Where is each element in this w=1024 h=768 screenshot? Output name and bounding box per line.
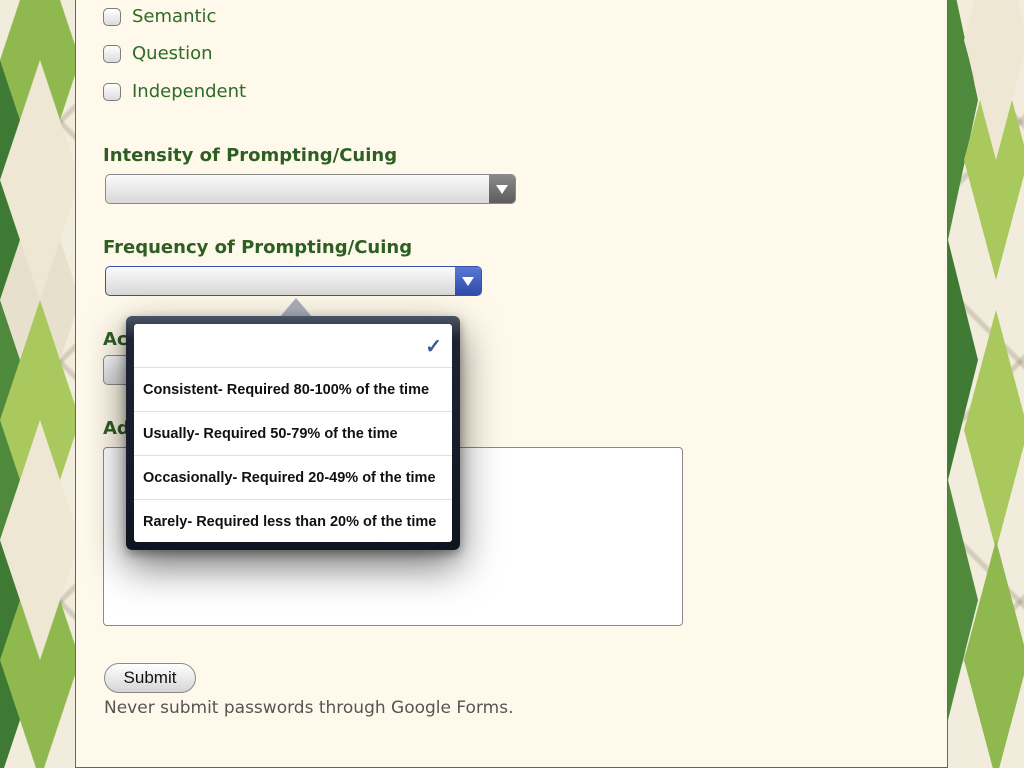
checkbox-box[interactable] [103, 44, 121, 63]
checkbox-independent[interactable]: Independent [103, 81, 246, 102]
option-label: Usually- Required 50-79% of the time [143, 425, 398, 442]
dropdown-arrow-icon [455, 267, 481, 295]
checkbox-label: Independent [132, 81, 247, 102]
intensity-select[interactable] [105, 174, 516, 204]
accuracy-label-partial: Ac [103, 329, 128, 350]
option-label: Rarely- Required less than 20% of the ti… [143, 514, 437, 530]
checkbox-box[interactable] [103, 82, 121, 101]
checkmark-icon: ✓ [425, 336, 442, 358]
password-warning: Never submit passwords through Google Fo… [104, 698, 514, 718]
checkbox-semantic[interactable]: Semantic [103, 6, 216, 27]
left-argyle-border [0, 0, 80, 768]
option-rarely[interactable]: Rarely- Required less than 20% of the ti… [134, 500, 452, 542]
checkbox-label: Semantic [132, 6, 217, 27]
option-occasionally[interactable]: Occasionally- Required 20-49% of the tim… [134, 456, 452, 500]
popover-caret [279, 298, 313, 318]
option-label: Consistent- Required 80-100% of the time [143, 381, 430, 398]
submit-button[interactable]: Submit [104, 663, 196, 693]
option-blank[interactable]: ✓ [134, 324, 452, 368]
intensity-label: Intensity of Prompting/Cuing [103, 145, 398, 166]
argyle-diamonds-left [0, 0, 80, 768]
dropdown-arrow-icon [489, 175, 515, 203]
frequency-options-popover: ✓ Consistent- Required 80-100% of the ti… [126, 316, 460, 550]
right-argyle-border [948, 0, 1024, 768]
options-list: ✓ Consistent- Required 80-100% of the ti… [134, 324, 452, 542]
checkbox-question[interactable]: Question [103, 43, 213, 64]
checkbox-label: Question [132, 43, 213, 64]
option-usually[interactable]: Usually- Required 50-79% of the time [134, 412, 452, 456]
option-label: Occasionally- Required 20-49% of the tim… [143, 469, 436, 486]
argyle-diamonds-right [948, 0, 1024, 768]
frequency-label: Frequency of Prompting/Cuing [103, 237, 413, 258]
checkbox-box[interactable] [103, 7, 121, 26]
option-consistent[interactable]: Consistent- Required 80-100% of the time [134, 368, 452, 412]
frequency-select[interactable] [105, 266, 482, 296]
